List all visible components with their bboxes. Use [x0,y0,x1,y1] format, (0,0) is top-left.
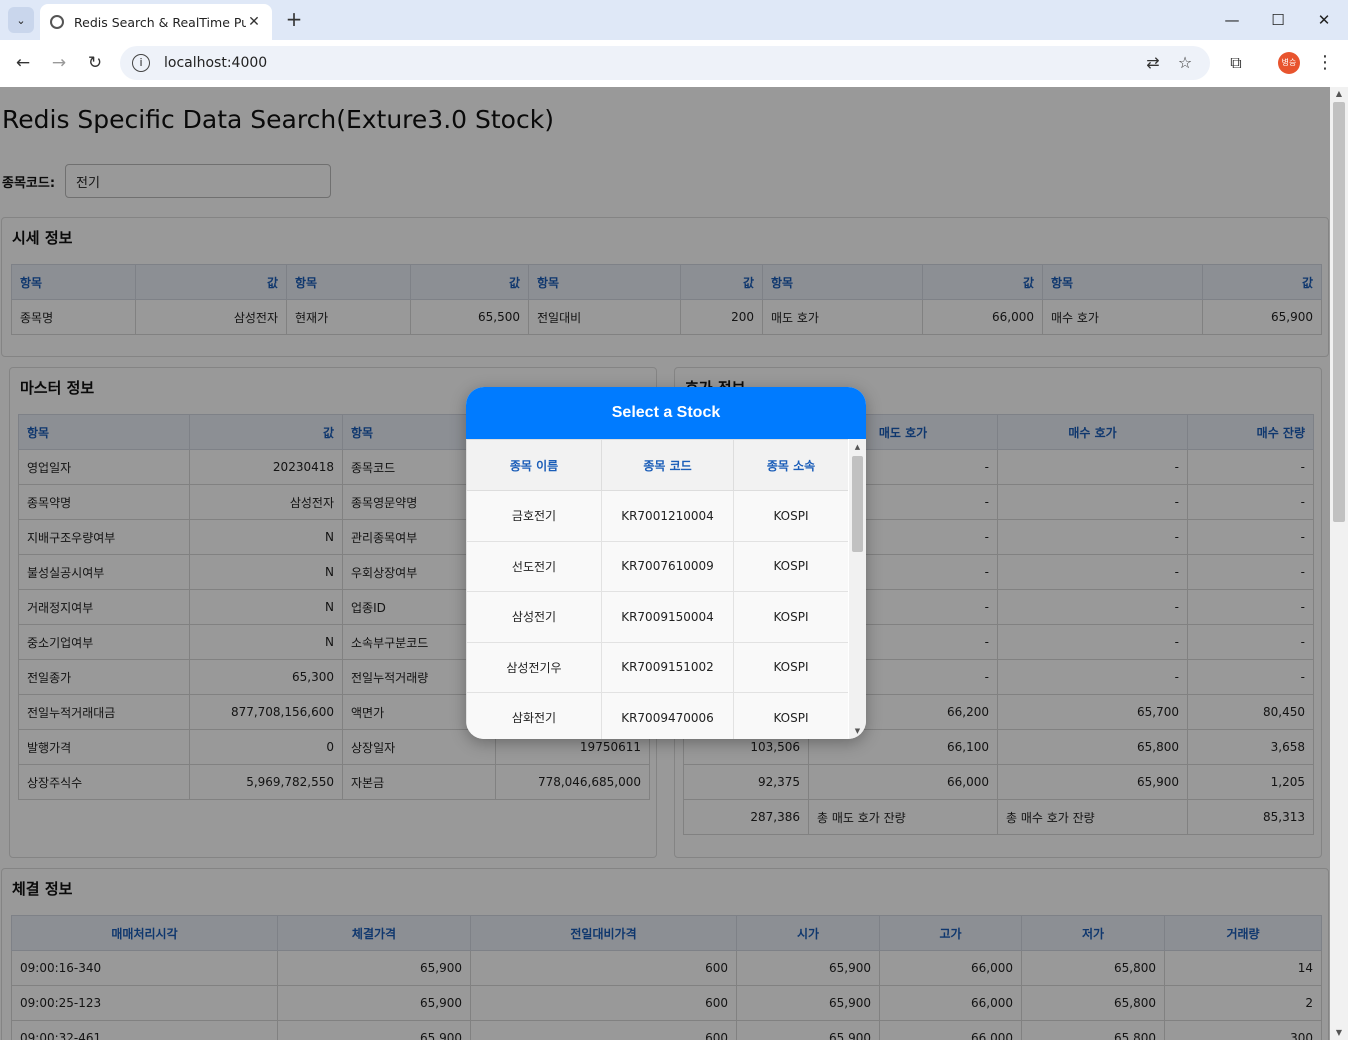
tab-title: Redis Search & RealTime Push [74,14,246,30]
stock-option-row[interactable]: 삼화전기 KR7009470006 KOSPI [466,692,848,739]
select-stock-modal: Select a Stock 종목 이름 종목 코드 종목 소속 금호전기 KR700… [466,387,866,739]
table-cell[interactable]: KOSPI [733,591,848,643]
stock-list-table: 종목 이름 종목 코드 종목 소속 금호전기 KR7001210004 KOSPI 선도전… [466,439,848,739]
modal-title: Select a Stock [466,387,866,439]
address-bar[interactable]: i localhost:4000 [120,46,1210,80]
profile-avatar[interactable]: 병승 [1278,52,1300,74]
modal-scroll-up-icon[interactable]: ▲ [849,441,866,453]
page-scroll-thumb[interactable] [1333,102,1345,522]
column-header: 종목 이름 [466,439,602,491]
maximize-icon[interactable]: ☐ [1255,0,1301,40]
new-tab-button[interactable]: + [283,8,305,32]
table-cell[interactable]: KOSPI [733,641,848,693]
site-info-icon[interactable]: i [132,54,150,72]
table-cell[interactable]: 삼성전기우 [466,641,602,693]
globe-icon [50,15,64,29]
stock-option-row[interactable]: 삼성전기 KR7009150004 KOSPI [466,591,848,643]
table-cell[interactable]: KR7001210004 [601,490,734,542]
stock-option-row[interactable]: 삼성전기우 KR7009151002 KOSPI [466,641,848,693]
browser-tab[interactable]: Redis Search & RealTime Push ✕ [40,4,272,40]
table-cell[interactable]: 삼성전기 [466,591,602,643]
modal-body: 종목 이름 종목 코드 종목 소속 금호전기 KR7001210004 KOSPI 선도전… [466,439,848,739]
url-text: localhost:4000 [164,55,268,71]
table-cell[interactable]: KOSPI [733,490,848,542]
translate-icon[interactable]: ⇄ [1142,51,1164,75]
table-cell[interactable]: KOSPI [733,692,848,739]
column-header: 종목 소속 [733,439,848,491]
page-scrollbar[interactable]: ▲ ▼ [1330,87,1348,1040]
extensions-icon[interactable]: ⧉ [1225,51,1247,75]
minimize-icon[interactable]: — [1209,0,1255,40]
column-header: 종목 코드 [601,439,734,491]
table-cell[interactable]: 선도전기 [466,540,602,592]
table-cell[interactable]: KR7007610009 [601,540,734,592]
scroll-up-arrow-icon[interactable]: ▲ [1330,87,1348,101]
forward-icon[interactable]: → [47,51,71,75]
close-icon[interactable]: ✕ [246,14,262,30]
bookmark-star-icon[interactable]: ☆ [1174,51,1196,75]
modal-scroll-thumb[interactable] [852,456,863,552]
browser-toolbar: ← → ↻ i localhost:4000 ⇄ ☆ ⧉ 병승 ⋮ [0,40,1348,86]
window-close-icon[interactable]: ✕ [1301,0,1347,40]
table-cell[interactable]: 삼화전기 [466,692,602,739]
stock-option-row[interactable]: 금호전기 KR7001210004 KOSPI [466,490,848,542]
table-cell[interactable]: KR7009151002 [601,641,734,693]
table-cell[interactable]: KOSPI [733,540,848,592]
modal-scroll-down-icon[interactable]: ▼ [849,725,866,737]
reload-icon[interactable]: ↻ [83,51,107,75]
table-cell[interactable]: KR7009470006 [601,692,734,739]
browser-tabbar: ⌄ Redis Search & RealTime Push ✕ + — ☐ ✕ [0,0,1348,40]
stock-option-row[interactable]: 선도전기 KR7007610009 KOSPI [466,540,848,592]
scroll-down-arrow-icon[interactable]: ▼ [1330,1026,1348,1040]
table-cell[interactable]: KR7009150004 [601,591,734,643]
table-cell[interactable]: 금호전기 [466,490,602,542]
browser-menu-icon[interactable]: ⋮ [1316,51,1334,75]
modal-scrollbar[interactable]: ▲ ▼ [849,439,866,739]
tab-search-button[interactable]: ⌄ [8,7,34,33]
back-icon[interactable]: ← [11,51,35,75]
